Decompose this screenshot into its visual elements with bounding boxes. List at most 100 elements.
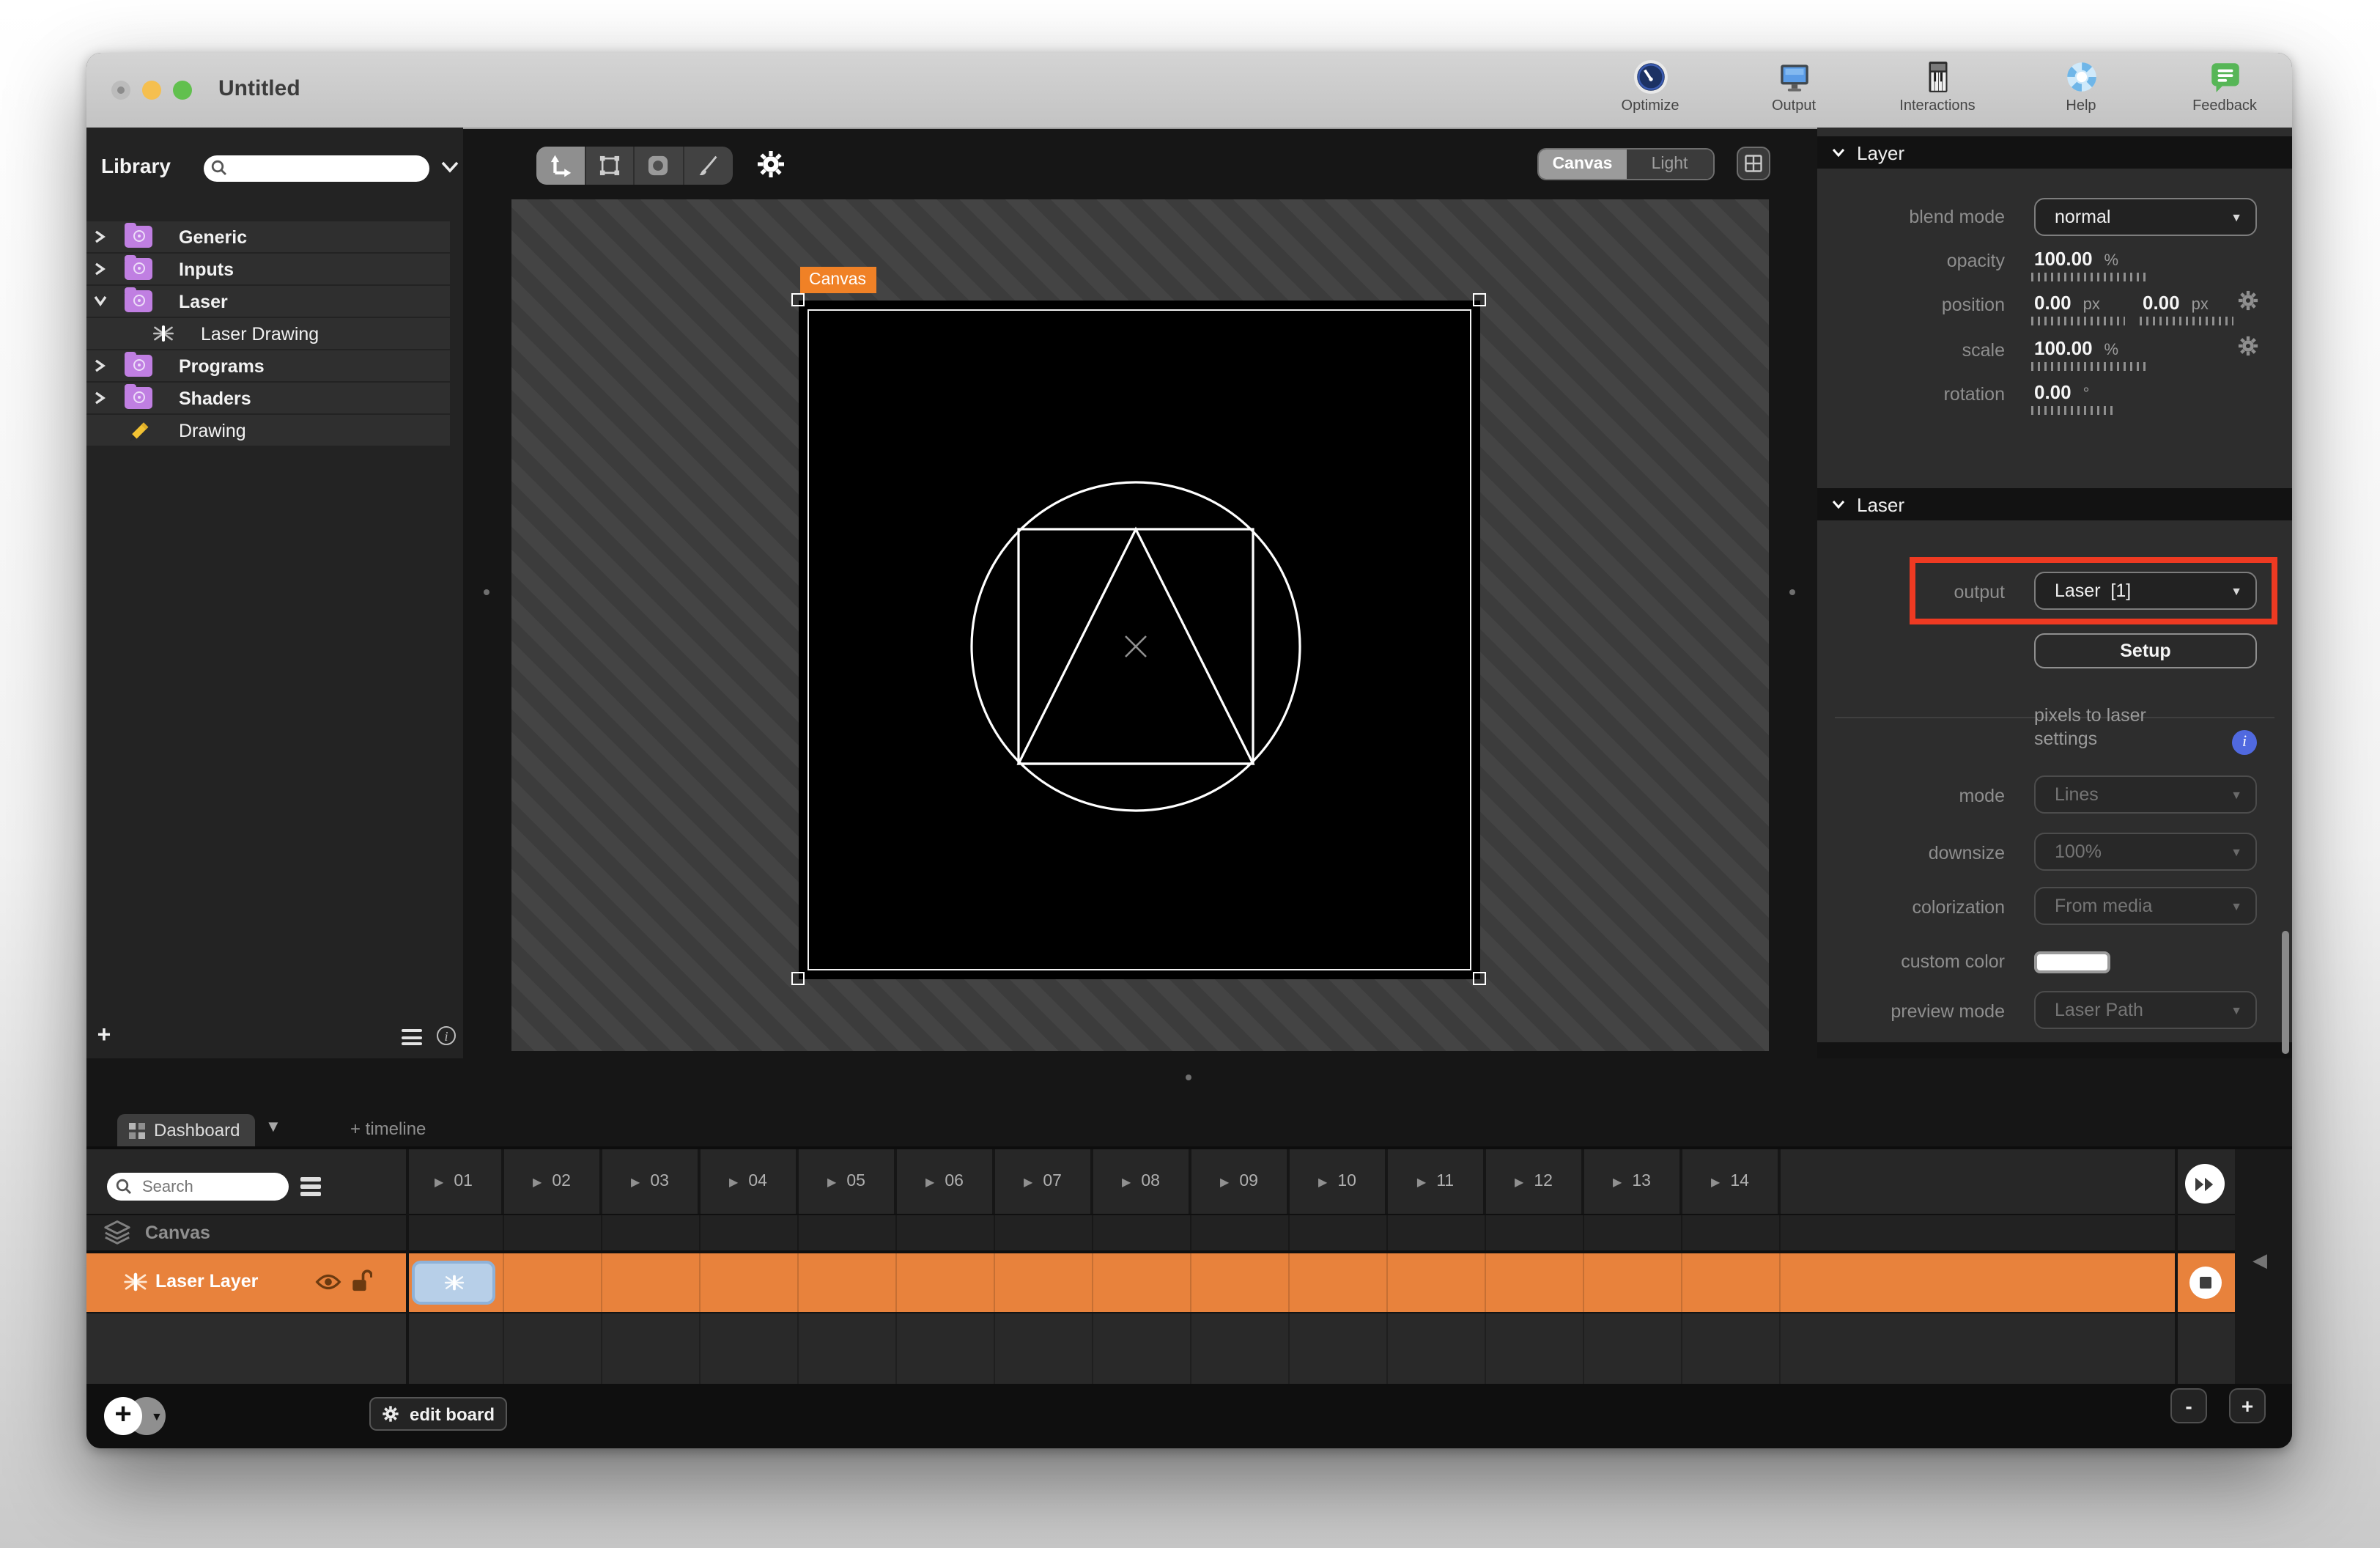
library-info-button[interactable]: i — [437, 1026, 456, 1045]
position-x-scrubber[interactable] — [2031, 317, 2125, 325]
library-item-generic[interactable]: Generic — [86, 221, 450, 252]
library-item-shaders[interactable]: Shaders — [86, 383, 450, 413]
collapse-left-icon[interactable]: ◀ — [2252, 1249, 2267, 1272]
timeline-trigger-09[interactable]: ▶09 — [1191, 1149, 1290, 1214]
library-item-programs[interactable]: Programs — [86, 350, 450, 381]
canvas-settings-gear-icon[interactable] — [755, 148, 787, 180]
add-timeline-button[interactable]: + timeline — [350, 1118, 426, 1139]
scale-field[interactable]: 100.00% — [2034, 336, 2118, 362]
chevron-right-icon[interactable] — [94, 391, 106, 405]
skip-forward-button[interactable] — [2185, 1164, 2225, 1204]
timeline-trigger-07[interactable]: ▶07 — [995, 1149, 1093, 1214]
laser-clip-selected[interactable] — [412, 1261, 495, 1305]
maximize-window-button[interactable] — [173, 81, 192, 100]
library-add-button[interactable]: + — [92, 1025, 116, 1048]
chevron-right-icon[interactable] — [94, 262, 106, 276]
view-toggle-light[interactable]: Light — [1626, 150, 1713, 179]
output-button[interactable]: Output — [1747, 59, 1841, 114]
library-search-input[interactable] — [204, 155, 429, 182]
library-item-laser-drawing[interactable]: Laser Drawing — [86, 318, 450, 349]
custom-color-swatch[interactable] — [2034, 951, 2110, 973]
visibility-eye-icon[interactable] — [315, 1272, 341, 1291]
downsize-select[interactable]: 100% ▼ — [2034, 833, 2257, 871]
add-board-button[interactable]: + — [104, 1397, 142, 1435]
timeline-trigger-13[interactable]: ▶13 — [1584, 1149, 1682, 1214]
library-item-inputs[interactable]: Inputs — [86, 254, 450, 284]
timeline-trigger-06[interactable]: ▶06 — [897, 1149, 995, 1214]
selection-handle-top-right[interactable] — [1473, 293, 1486, 306]
panel-splitter-handle[interactable] — [484, 589, 489, 595]
timeline-trigger-12[interactable]: ▶12 — [1486, 1149, 1584, 1214]
timeline-trigger-11[interactable]: ▶11 — [1388, 1149, 1486, 1214]
laser-output-select[interactable]: Laser [1] ▼ — [2034, 572, 2257, 610]
minimize-window-button[interactable] — [142, 81, 161, 100]
interactions-button[interactable]: Interactions — [1891, 59, 1984, 114]
laser-setup-button[interactable]: Setup — [2034, 633, 2257, 668]
library-list-options-icon[interactable] — [402, 1029, 422, 1049]
position-y-field[interactable]: 0.00px — [2143, 290, 2209, 317]
timeline-trigger-03[interactable]: ▶03 — [602, 1149, 701, 1214]
chevron-down-icon[interactable] — [94, 295, 107, 306]
opacity-scrubber[interactable] — [2031, 273, 2146, 281]
brush-tool-button[interactable] — [684, 147, 733, 185]
laser-section-header[interactable]: Laser — [1817, 488, 2292, 520]
library-options-chevron-icon[interactable] — [441, 161, 459, 173]
unlocked-padlock-icon[interactable] — [350, 1267, 372, 1294]
tab-dashboard[interactable]: Dashboard — [117, 1114, 255, 1146]
panel-splitter-handle[interactable] — [1789, 589, 1795, 595]
transform-tool-button[interactable] — [585, 147, 635, 185]
timeline-trigger-08[interactable]: ▶08 — [1093, 1149, 1191, 1214]
help-button[interactable]: Help — [2034, 59, 2128, 114]
selection-handle-top-left[interactable] — [791, 293, 805, 306]
layer-section-header[interactable]: Layer — [1817, 136, 2292, 169]
timeline-zoom-out-button[interactable]: - — [2170, 1388, 2207, 1423]
layer-stop-button[interactable] — [2189, 1267, 2222, 1299]
timeline-trigger-01[interactable]: ▶01 — [406, 1149, 504, 1214]
scale-scrubber[interactable] — [2031, 362, 2146, 371]
canvas-surface[interactable] — [799, 301, 1480, 979]
opacity-field[interactable]: 100.00% — [2034, 246, 2118, 273]
close-window-button[interactable] — [111, 81, 130, 100]
window-title: Untitled — [218, 76, 300, 101]
timeline-trigger-02[interactable]: ▶02 — [504, 1149, 602, 1214]
blend-mode-select[interactable]: normal ▼ — [2034, 198, 2257, 236]
panel-splitter-handle[interactable] — [1186, 1075, 1191, 1080]
selection-handle-bottom-right[interactable] — [1473, 972, 1486, 985]
library-item-drawing[interactable]: Drawing — [86, 415, 450, 446]
tab-list-dropdown-icon[interactable]: ▼ — [265, 1118, 281, 1136]
scale-options-gear-icon[interactable] — [2236, 334, 2260, 358]
opacity-label: opacity — [1823, 251, 2005, 271]
chevron-right-icon[interactable] — [94, 230, 106, 243]
feedback-button[interactable]: Feedback — [2178, 59, 2272, 114]
rotation-scrubber[interactable] — [2031, 406, 2113, 415]
timeline-list-options-icon[interactable] — [300, 1177, 321, 1199]
timeline-trigger-04[interactable]: ▶04 — [701, 1149, 799, 1214]
info-icon[interactable]: i — [2232, 730, 2257, 755]
rotation-field[interactable]: 0.00° — [2034, 380, 2089, 406]
optimize-button[interactable]: Optimize — [1603, 59, 1697, 114]
timeline-trigger-05[interactable]: ▶05 — [799, 1149, 897, 1214]
timeline-search-input[interactable] — [107, 1173, 289, 1201]
position-y-scrubber[interactable] — [2140, 317, 2233, 325]
colorization-select[interactable]: From media ▼ — [2034, 887, 2257, 925]
layer-name: Laser Layer — [155, 1271, 258, 1291]
view-toggle-canvas[interactable]: Canvas — [1539, 150, 1626, 179]
chevron-right-icon[interactable] — [94, 359, 106, 372]
timeline-trigger-14[interactable]: ▶14 — [1682, 1149, 1781, 1214]
timeline-trigger-10[interactable]: ▶10 — [1290, 1149, 1388, 1214]
add-board-split-button[interactable]: ▼ + — [104, 1397, 169, 1435]
position-options-gear-icon[interactable] — [2236, 289, 2260, 312]
library-item-laser[interactable]: Laser — [86, 286, 450, 317]
selection-handle-bottom-left[interactable] — [791, 972, 805, 985]
move-tool-button[interactable] — [536, 147, 585, 185]
stage-viewport[interactable]: Canvas — [511, 199, 1769, 1051]
mask-tool-button[interactable] — [635, 147, 684, 185]
preview-mode-select[interactable]: Laser Path ▼ — [2034, 991, 2257, 1029]
edit-board-button[interactable]: edit board — [369, 1397, 507, 1431]
grid-view-button[interactable] — [1737, 147, 1770, 180]
inspector-scrollbar[interactable] — [2282, 931, 2289, 1054]
timeline-zoom-in-button[interactable]: + — [2229, 1388, 2266, 1423]
position-x-field[interactable]: 0.00px — [2034, 290, 2100, 317]
mode-select[interactable]: Lines ▼ — [2034, 775, 2257, 814]
canvas-tag[interactable]: Canvas — [800, 267, 876, 293]
